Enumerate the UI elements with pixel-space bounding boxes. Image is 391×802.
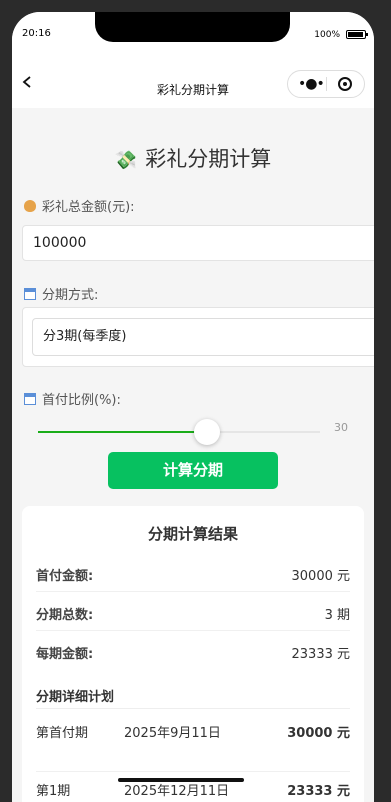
status-time: 20:16	[22, 28, 51, 39]
method-label: 分期方式:	[42, 288, 99, 303]
page-title-text: 彩礼分期计算	[145, 147, 272, 171]
plan-period: 第1期	[36, 784, 71, 799]
capsule-divider	[326, 77, 327, 91]
close-miniprogram-icon[interactable]	[338, 77, 352, 91]
notch	[95, 12, 290, 42]
divider	[36, 771, 350, 772]
result-card: 分期计算结果 首付金额: 30000 元 分期总数: 3 期 每期金额: 233…	[22, 506, 364, 802]
method-picker-container: 分3期(每季度)	[22, 307, 374, 367]
ratio-label-row: 首付比例(%):	[24, 389, 121, 408]
result-value: 30000 元	[291, 569, 351, 584]
money-icon: 💸	[114, 150, 138, 171]
result-row-periods: 分期总数: 3 期	[36, 592, 350, 631]
status-bar: 20:16 100%	[12, 12, 374, 56]
plan-date: 2025年9月11日	[124, 726, 221, 741]
amount-input[interactable]	[23, 226, 374, 260]
plan-date: 2025年12月11日	[124, 784, 230, 799]
amount-input-box	[22, 225, 374, 261]
ratio-slider[interactable]	[38, 418, 320, 446]
method-label-row: 分期方式:	[24, 284, 98, 303]
calendar-icon	[24, 393, 36, 405]
plan-amount: 30000 元	[287, 726, 350, 741]
page-title: 💸 彩礼分期计算	[12, 143, 374, 173]
battery-percent: 100%	[314, 30, 340, 40]
home-indicator	[118, 778, 244, 782]
divider	[36, 708, 350, 709]
ratio-value: 30	[334, 421, 348, 434]
more-icon[interactable]: •●•	[298, 77, 325, 91]
phone-screen: 20:16 100% 彩礼分期计算 •●• 💸 彩礼分期计算 彩礼总金额(元): …	[12, 12, 374, 802]
result-label: 首付金额:	[36, 569, 94, 584]
battery-icon	[346, 30, 368, 39]
result-row-down-payment: 首付金额: 30000 元	[36, 553, 350, 592]
nav-bar: 彩礼分期计算 •●•	[12, 56, 374, 108]
slider-fill	[38, 431, 208, 433]
amount-label: 彩礼总金额(元):	[42, 200, 135, 215]
slider-thumb[interactable]	[194, 419, 221, 445]
result-label: 分期总数:	[36, 608, 94, 623]
mini-program-capsule: •●•	[287, 70, 365, 98]
ratio-label: 首付比例(%):	[42, 393, 121, 408]
result-row-per-period: 每期金额: 23333 元	[36, 631, 350, 669]
money-bag-icon	[24, 200, 36, 212]
result-value: 3 期	[324, 608, 350, 623]
result-title: 分期计算结果	[147, 525, 238, 543]
result-value: 23333 元	[291, 647, 351, 662]
amount-label-row: 彩礼总金额(元):	[24, 196, 135, 215]
plan-amount: 23333 元	[287, 784, 350, 799]
detail-title: 分期详细计划	[36, 690, 115, 705]
calculate-button[interactable]: 计算分期	[108, 452, 278, 489]
calendar-icon	[24, 288, 36, 300]
method-picker[interactable]: 分3期(每季度)	[32, 318, 374, 356]
plan-period: 第首付期	[36, 726, 89, 741]
page-content: 💸 彩礼分期计算 彩礼总金额(元): 分期方式: 分3期(每季度) 首付比例(%)…	[12, 108, 374, 802]
result-label: 每期金额:	[36, 647, 94, 662]
